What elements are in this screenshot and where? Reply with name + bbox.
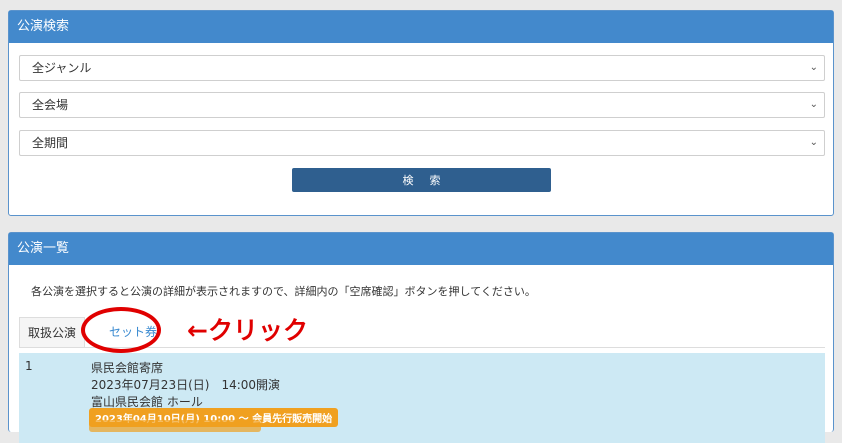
- search-button[interactable]: 検索: [292, 168, 551, 192]
- performance-title: 県民会館寄席: [91, 361, 164, 375]
- highlight-circle: [81, 307, 161, 353]
- chevron-down-icon: ⌄: [809, 62, 818, 73]
- chevron-down-icon: ⌄: [809, 137, 818, 148]
- venue-select-value: 全会場: [32, 98, 69, 112]
- list-panel-title: 公演一覧: [9, 233, 833, 265]
- tab-handled-performances[interactable]: 取扱公演: [19, 317, 85, 347]
- period-select[interactable]: 全期間 ⌄: [19, 130, 825, 156]
- performance-list-panel: 公演一覧 各公演を選択すると公演の詳細が表示されますので、詳細内の「空席確認」ボ…: [8, 232, 834, 443]
- click-annotation: ←クリック: [187, 316, 308, 345]
- table-row[interactable]: 1 県民会館寄席 2023年07月23日(日) 14:00開演 富山県民会館 ホ…: [19, 353, 825, 443]
- genre-select-value: 全ジャンル: [32, 61, 92, 75]
- venue-select[interactable]: 全会場 ⌄: [19, 92, 825, 118]
- row-number: 1: [25, 359, 33, 373]
- genre-select[interactable]: 全ジャンル ⌄: [19, 55, 825, 81]
- sale-badge-cut-off: [89, 420, 261, 432]
- chevron-down-icon: ⌄: [809, 99, 818, 110]
- search-panel: 公演検索 全ジャンル ⌄ 全会場 ⌄ 全期間 ⌄ 検索: [8, 10, 834, 216]
- search-panel-title: 公演検索: [9, 11, 833, 43]
- period-select-value: 全期間: [32, 136, 69, 150]
- performance-datetime: 2023年07月23日(日) 14:00開演: [91, 378, 281, 392]
- instruction-text: 各公演を選択すると公演の詳細が表示されますので、詳細内の「空席確認」ボタンを押し…: [31, 285, 536, 298]
